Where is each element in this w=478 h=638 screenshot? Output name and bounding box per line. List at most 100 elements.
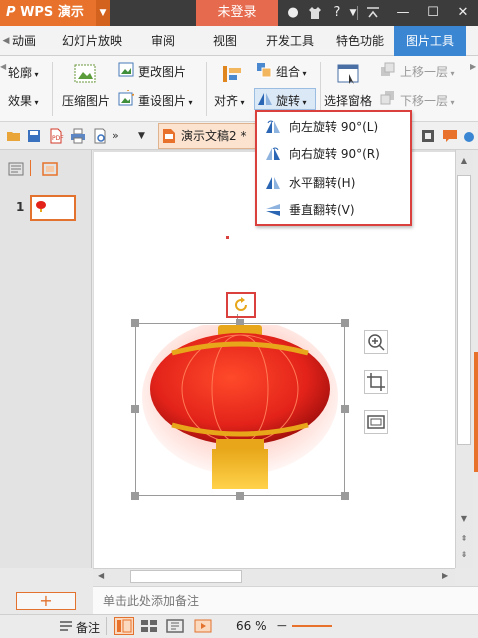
flip-horizontal-icon: [266, 177, 280, 189]
slides-view-icon[interactable]: [42, 162, 58, 176]
tab-features[interactable]: 特色功能: [328, 26, 392, 56]
export-pdf-icon[interactable]: PDF: [48, 128, 64, 144]
scroll-up-icon[interactable]: ▲: [458, 156, 470, 166]
resize-handle[interactable]: [131, 492, 139, 500]
tab-view[interactable]: 视图: [202, 26, 248, 56]
tab-animation[interactable]: 动画: [10, 26, 38, 56]
cloud-icon[interactable]: [462, 128, 476, 144]
send-backward-button[interactable]: 下移一层 ▾: [400, 92, 455, 109]
crop-tool-icon[interactable]: [364, 370, 388, 394]
resize-handle[interactable]: [341, 492, 349, 500]
group-icon[interactable]: [256, 62, 272, 78]
resize-handle[interactable]: [341, 319, 349, 327]
print-preview-icon[interactable]: [92, 128, 108, 144]
resize-handle[interactable]: [131, 405, 139, 413]
app-menu-caret-icon[interactable]: ▼: [96, 0, 110, 26]
send-backward-icon[interactable]: [380, 90, 396, 106]
selection-pane-button[interactable]: 选择窗格: [324, 92, 372, 109]
notes-toggle-icon[interactable]: [58, 619, 74, 633]
bring-forward-button[interactable]: 上移一层 ▾: [400, 63, 455, 80]
presentation-file-icon: [162, 128, 176, 144]
slide-thumbnail[interactable]: [30, 195, 76, 221]
rotation-handle-icon[interactable]: [232, 297, 250, 313]
slideshow-play-icon[interactable]: [194, 619, 212, 633]
customize-toolbar-caret-icon[interactable]: ▼: [138, 128, 150, 144]
menu-item-rotate-left[interactable]: 向左旋转 90°(L): [265, 116, 405, 138]
separator: [106, 617, 107, 635]
notes-area[interactable]: 单击此处添加备注: [93, 586, 478, 614]
effect-button[interactable]: 效果 ▾: [8, 92, 48, 109]
separator: [30, 160, 31, 176]
separator: [206, 62, 207, 116]
outline-view-icon[interactable]: [8, 162, 24, 176]
selection-pane-icon[interactable]: [336, 62, 360, 86]
align-button[interactable]: 对齐 ▾: [214, 92, 245, 109]
print-icon[interactable]: [70, 128, 86, 144]
app-menu-button[interactable]: P WPS 演示: [0, 0, 96, 26]
flip-vertical-icon: [266, 204, 280, 216]
resize-handle[interactable]: [131, 319, 139, 327]
normal-view-icon[interactable]: [114, 617, 134, 635]
outline-button[interactable]: 轮廓 ▾: [8, 64, 48, 81]
vertical-scroll-thumb[interactable]: [457, 175, 471, 445]
restore-button[interactable]: ☐: [418, 0, 448, 26]
group-button[interactable]: 组合 ▾: [276, 63, 307, 80]
slide-sorter-view-icon[interactable]: [140, 619, 158, 633]
comment-icon[interactable]: [442, 128, 458, 144]
tab-picture-tools[interactable]: 图片工具: [394, 26, 466, 56]
bring-forward-icon[interactable]: [380, 62, 396, 78]
rotate-button[interactable]: 旋转 ▾: [276, 92, 307, 109]
zoom-slider[interactable]: [292, 625, 332, 627]
next-slide-icon[interactable]: ⇟: [458, 550, 470, 560]
skin-icon[interactable]: ●: [282, 0, 304, 26]
add-slide-button[interactable]: +: [16, 592, 76, 610]
tab-review[interactable]: 审阅: [140, 26, 186, 56]
tab-slideshow[interactable]: 幻灯片放映: [56, 26, 128, 56]
shirt-icon[interactable]: [304, 0, 326, 26]
menu-item-flip-horizontal[interactable]: 水平翻转(H): [265, 172, 405, 194]
ribbon-scroll-right-icon[interactable]: ▶: [470, 62, 478, 118]
reading-view-icon[interactable]: [166, 619, 184, 633]
rotate-icon[interactable]: [257, 91, 273, 107]
scroll-left-icon[interactable]: ◀: [98, 571, 108, 583]
collapse-ribbon-icon[interactable]: [358, 0, 388, 26]
zoom-out-icon[interactable]: −: [276, 619, 288, 633]
change-picture-button[interactable]: 更改图片: [138, 63, 186, 80]
wps-logo-icon: P: [6, 5, 16, 20]
minimize-button[interactable]: —: [388, 0, 418, 26]
previous-slide-icon[interactable]: ⇞: [458, 534, 470, 544]
tab-developer[interactable]: 开发工具: [258, 26, 322, 56]
zoom-level[interactable]: 66 %: [236, 619, 267, 633]
svg-text:PDF: PDF: [52, 135, 64, 142]
change-picture-icon[interactable]: [118, 62, 134, 78]
picture-frame-tool-icon[interactable]: [364, 410, 388, 434]
compress-picture-button[interactable]: 压缩图片: [62, 92, 110, 109]
share-icon[interactable]: [420, 128, 436, 144]
resize-handle[interactable]: [236, 492, 244, 500]
reset-picture-button[interactable]: 重设图片 ▾: [138, 92, 193, 109]
save-icon[interactable]: [26, 128, 42, 144]
menu-item-flip-vertical[interactable]: 垂直翻转(V): [265, 199, 405, 221]
reset-picture-icon[interactable]: [118, 86, 137, 106]
separator: [52, 62, 53, 116]
resize-handle[interactable]: [341, 405, 349, 413]
open-folder-icon[interactable]: [6, 128, 22, 144]
align-icon[interactable]: [220, 62, 244, 86]
menu-item-rotate-right[interactable]: 向右旋转 90°(R): [265, 143, 405, 165]
close-button[interactable]: ✕: [448, 0, 478, 26]
rotate-right-icon: [266, 147, 280, 160]
text-cursor-marker: [226, 236, 229, 239]
horizontal-scroll-thumb[interactable]: [130, 570, 242, 583]
rotate-left-icon: [266, 120, 280, 133]
more-tools-icon[interactable]: »: [112, 128, 124, 144]
notes-label[interactable]: 备注: [76, 619, 100, 636]
compress-picture-icon[interactable]: [72, 62, 98, 86]
zoom-in-tool-icon[interactable]: [364, 330, 388, 354]
slide-number: 1: [16, 200, 25, 214]
scroll-down-icon[interactable]: ▼: [458, 514, 470, 524]
login-button[interactable]: 未登录: [196, 0, 278, 26]
rotate-dropdown-menu: 向左旋转 90°(L) 向右旋转 90°(R) 水平翻转(H) 垂直翻转(V): [255, 110, 412, 226]
scroll-right-icon[interactable]: ▶: [442, 571, 452, 583]
lantern-picture[interactable]: [142, 319, 338, 493]
side-panel-tab[interactable]: [474, 352, 478, 472]
